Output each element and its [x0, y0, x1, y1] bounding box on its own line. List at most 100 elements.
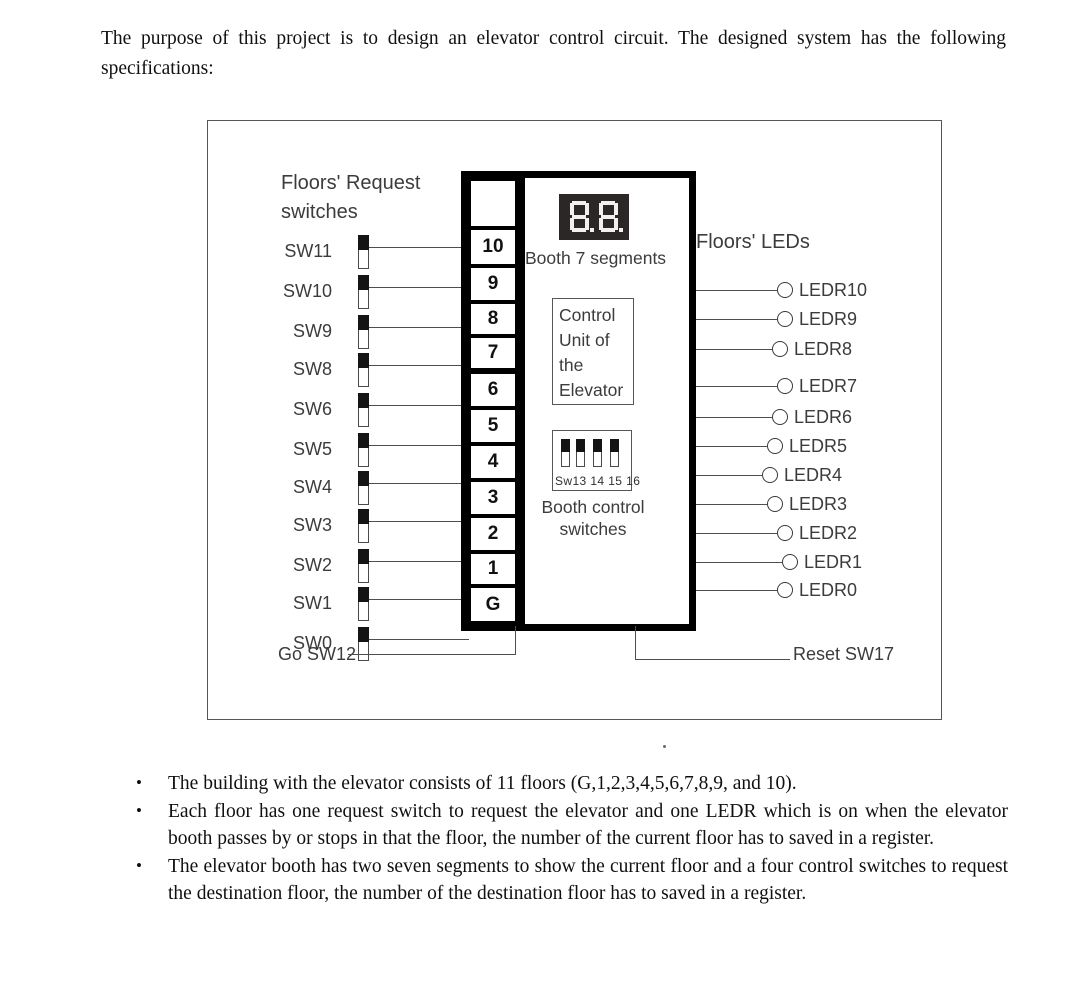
led-label-ledr7: LEDR7: [799, 376, 858, 396]
floor-number-text: 7: [487, 342, 499, 363]
reset-switch-label: Reset SW17: [793, 644, 895, 664]
floor-number-text: 10: [482, 236, 504, 257]
control-unit-line: the: [559, 355, 584, 375]
led-indicator-ledr7: [777, 378, 793, 394]
led-wire: [696, 590, 777, 591]
specification-bullet: The elevator booth has two seven segment…: [128, 852, 1008, 908]
segment-d-icon: [572, 228, 586, 232]
toggle-switch-sw10[interactable]: [357, 274, 369, 309]
floors-request-switches-title: Floors' Request switches: [281, 172, 421, 223]
segment-decimal-point-icon: [590, 228, 594, 232]
switch-wire: [369, 365, 473, 366]
go-lead-horizontal: [348, 654, 516, 655]
control-unit-box: Control Unit of the Elevator: [552, 298, 634, 405]
toggle-switch-sw9[interactable]: [357, 314, 369, 349]
led-wire: [696, 446, 767, 447]
segment-f-icon: [599, 203, 603, 215]
led-wire: [696, 386, 777, 387]
floor-cell-blank: [471, 181, 515, 226]
booth-toggle-switch-sw13[interactable]: [560, 438, 570, 467]
booth-control-switches-caption: Booth control switches: [541, 497, 645, 539]
segment-b-icon: [585, 203, 589, 215]
floor-cell-7: 7: [471, 338, 515, 368]
led-label-ledr4: LEDR4: [784, 465, 843, 485]
reset-lead-vertical: [635, 626, 636, 659]
specification-bullet: Each floor has one request switch to req…: [128, 797, 1008, 853]
toggle-switch-sw3[interactable]: [357, 508, 369, 543]
control-unit-line: Elevator: [559, 380, 624, 400]
switch-wire: [369, 445, 469, 446]
request-switch-label-sw5: SW5: [292, 439, 332, 459]
control-unit-line: Unit of: [559, 330, 610, 350]
request-switch-label-sw9: SW9: [292, 321, 332, 341]
led-wire: [696, 319, 777, 320]
toggle-switch-sw0[interactable]: [357, 626, 369, 661]
floor-number-text: 9: [487, 273, 499, 294]
led-label-ledr3: LEDR3: [789, 494, 848, 514]
toggle-switch-sw11[interactable]: [357, 234, 369, 269]
booth-control-switches-box: Sw13 14 15 16: [552, 430, 640, 491]
segment-decimal-point-icon: [619, 228, 623, 232]
toggle-switch-sw5[interactable]: [357, 432, 369, 467]
seven-segment-digit-tens: [568, 201, 594, 233]
toggle-switch-sw6[interactable]: [357, 392, 369, 427]
floor-cell-5: 5: [471, 410, 515, 442]
segment-g-icon: [572, 215, 586, 219]
booth-control-switch-names: Sw13 14 15 16: [555, 474, 641, 488]
toggle-switch-sw1[interactable]: [357, 586, 369, 621]
led-wire: [696, 417, 772, 418]
booth-toggle-switch-sw15[interactable]: [592, 438, 602, 467]
toggle-switch-sw8[interactable]: [357, 352, 369, 387]
floor-cell-g: G: [471, 588, 515, 621]
specification-bullet: The building with the elevator consists …: [128, 769, 1008, 798]
floor-number-text: G: [485, 594, 501, 615]
led-label-ledr5: LEDR5: [789, 436, 848, 456]
toggle-switch-sw2[interactable]: [357, 548, 369, 583]
switch-wire: [369, 521, 467, 522]
request-switch-label-sw8: SW8: [292, 359, 332, 379]
led-wire: [696, 290, 777, 291]
booth-seven-segment-display: [559, 194, 629, 240]
led-indicator-ledr10: [777, 282, 793, 298]
control-unit-line: Control: [559, 305, 616, 325]
toggle-switch-sw4[interactable]: [357, 470, 369, 505]
request-switch-label-sw2: SW2: [292, 555, 332, 575]
request-switch-label-sw6: SW6: [292, 399, 332, 419]
switch-wire: [369, 639, 469, 640]
request-switch-label-sw10: SW10: [282, 281, 332, 301]
segment-b-icon: [614, 203, 618, 215]
reset-lead-horizontal: [635, 659, 790, 660]
led-indicator-ledr1: [782, 554, 798, 570]
floor-number-text: 2: [487, 523, 499, 544]
switch-wire: [369, 483, 465, 484]
led-indicator-ledr3: [767, 496, 783, 512]
led-label-ledr2: LEDR2: [799, 523, 858, 543]
led-wire: [696, 475, 762, 476]
led-indicator-ledr8: [772, 341, 788, 357]
go-switch-label: Go SW12: [278, 644, 357, 664]
floor-number-text: 3: [487, 487, 499, 508]
segment-a-icon: [601, 201, 615, 205]
led-indicator-ledr9: [777, 311, 793, 327]
segment-d-icon: [601, 228, 615, 232]
led-indicator-ledr6: [772, 409, 788, 425]
booth-toggle-switch-sw16[interactable]: [609, 438, 619, 467]
segment-e-icon: [570, 218, 574, 230]
led-wire: [696, 349, 772, 350]
segment-f-icon: [570, 203, 574, 215]
floor-cell-2: 2: [471, 518, 515, 550]
specification-bullet-list: The building with the elevator consists …: [128, 769, 1008, 908]
led-indicator-ledr0: [777, 582, 793, 598]
request-switch-label-sw4: SW4: [292, 477, 332, 497]
led-indicator-ledr5: [767, 438, 783, 454]
led-wire: [696, 504, 767, 505]
floor-cell-8: 8: [471, 304, 515, 334]
segment-a-icon: [572, 201, 586, 205]
floor-number-text: 1: [487, 558, 499, 579]
led-label-ledr8: LEDR8: [794, 339, 853, 359]
floor-cell-10: 10: [471, 230, 515, 264]
request-switch-label-sw11: SW11: [284, 241, 332, 261]
booth-toggle-switch-sw14[interactable]: [575, 438, 585, 467]
floor-cell-9: 9: [471, 268, 515, 300]
floor-number-column: 10 9 8 7 6 5 4 3 2 1 G: [468, 178, 525, 624]
